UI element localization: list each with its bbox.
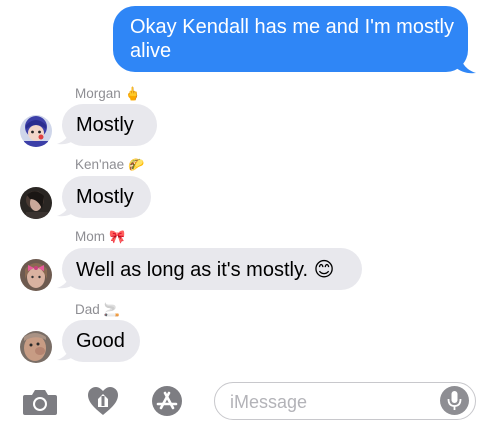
- avatar-image: [20, 115, 52, 147]
- sender-emoji: 🎀: [109, 229, 126, 244]
- app-store-icon[interactable]: [150, 385, 184, 417]
- outgoing-message-text: Okay Kendall has me and I'm mostly alive: [130, 16, 454, 62]
- incoming-message-text: Well as long as it's mostly. 😊: [76, 258, 335, 281]
- avatar-morgan[interactable]: [20, 115, 52, 147]
- avatar-image: [20, 187, 52, 219]
- sender-emoji: 🖕: [124, 86, 141, 101]
- microphone-glyph: [447, 391, 462, 410]
- incoming-message-text: Mostly: [76, 113, 134, 136]
- incoming-message-text: Mostly: [76, 185, 134, 208]
- sender-name-kennae: Ken'nae 🌮: [75, 157, 145, 172]
- incoming-message-bubble[interactable]: Mostly: [62, 176, 151, 218]
- avatar-mom[interactable]: [20, 259, 52, 291]
- avatar-kennae[interactable]: [20, 187, 52, 219]
- sender-name-dad: Dad 🚬: [75, 302, 120, 317]
- camera-icon[interactable]: [22, 388, 58, 416]
- avatar-dad[interactable]: [20, 331, 52, 363]
- avatar-image: [20, 259, 52, 291]
- message-input-placeholder: iMessage: [230, 392, 308, 412]
- sender-name-morgan: Morgan 🖕: [75, 86, 141, 101]
- microphone-icon[interactable]: [440, 386, 469, 415]
- incoming-message-bubble[interactable]: Good: [62, 320, 140, 362]
- digital-touch-icon[interactable]: [86, 385, 120, 417]
- sender-emoji: 🌮: [128, 157, 145, 172]
- message-input[interactable]: iMessage: [214, 382, 476, 420]
- incoming-message-text: Good: [76, 329, 125, 352]
- sender-name-mom: Mom 🎀: [75, 229, 126, 244]
- sender-emoji: 🚬: [103, 302, 120, 317]
- outgoing-bubble-tail: [454, 52, 476, 74]
- outgoing-message-bubble[interactable]: Okay Kendall has me and I'm mostly alive: [113, 6, 468, 72]
- incoming-message-bubble[interactable]: Mostly: [62, 104, 157, 146]
- avatar-image: [20, 331, 52, 363]
- incoming-message-bubble[interactable]: Well as long as it's mostly. 😊: [62, 248, 362, 290]
